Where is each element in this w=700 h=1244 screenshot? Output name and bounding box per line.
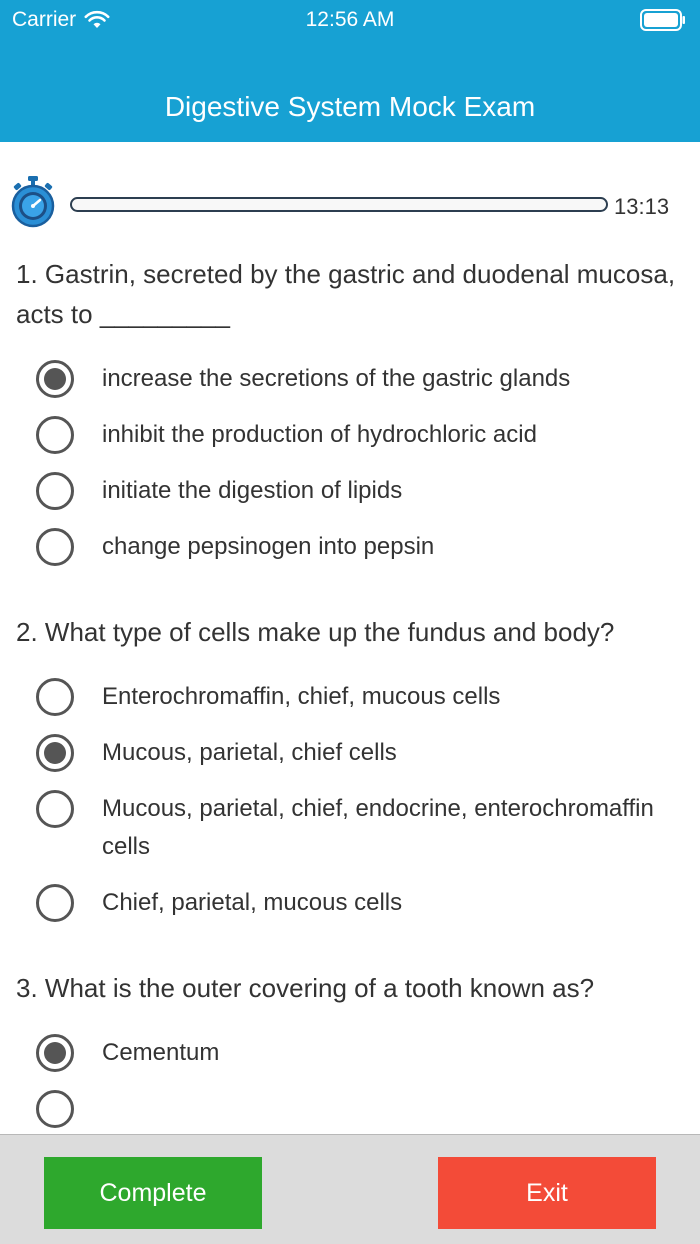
option-1-1[interactable]: increase the secretions of the gastric g…: [16, 358, 690, 398]
footer-bar: Complete Exit: [0, 1134, 700, 1244]
radio-button[interactable]: [36, 1090, 74, 1128]
option-label: Cementum: [102, 1039, 220, 1066]
radio-button[interactable]: [36, 472, 74, 510]
option-3-1[interactable]: Cementum: [16, 1032, 690, 1072]
question-text: 1. Gastrin, secreted by the gastric and …: [16, 259, 676, 329]
radio-button[interactable]: [36, 528, 74, 566]
status-bar: Carrier 12:56 AM: [0, 0, 700, 40]
radio-button[interactable]: [36, 790, 74, 828]
page-title: Digestive System Mock Exam: [164, 91, 536, 122]
question-text: 3. What is the outer covering of a tooth…: [16, 973, 595, 1003]
option-2-3[interactable]: Mucous, parietal, chief, endocrine, ente…: [16, 788, 690, 866]
option-label: initiate the digestion of lipids: [102, 477, 403, 504]
option-label: inhibit the production of hydrochloric a…: [102, 421, 537, 448]
radio-button[interactable]: [36, 416, 74, 454]
option-label: Enterochromaffin, chief, mucous cells: [102, 683, 501, 710]
radio-button[interactable]: [36, 678, 74, 716]
complete-button[interactable]: Complete: [44, 1157, 262, 1229]
option-label: Mucous, parietal, chief, endocrine, ente…: [102, 795, 654, 860]
option-label: Mucous, parietal, chief cells: [102, 739, 397, 766]
option-2-2[interactable]: Mucous, parietal, chief cells: [16, 732, 690, 772]
question-text: 2. What type of cells make up the fundus…: [16, 617, 615, 647]
radio-button[interactable]: [36, 1034, 74, 1072]
question-list: 1. Gastrin, secreted by the gastric and …: [0, 234, 700, 1134]
option-label: Chief, parietal, mucous cells: [102, 889, 403, 916]
battery-icon: [640, 9, 685, 31]
status-time: 12:56 AM: [305, 8, 395, 31]
timer-remaining: 13:13: [614, 194, 670, 219]
question-3: 3. What is the outer covering of a tooth…: [0, 948, 700, 1128]
option-3-2[interactable]: [16, 1088, 690, 1128]
timer-row: 13:13: [0, 176, 700, 234]
option-1-2[interactable]: inhibit the production of hydrochloric a…: [16, 414, 690, 454]
radio-button[interactable]: [36, 360, 74, 398]
option-2-1[interactable]: Enterochromaffin, chief, mucous cells: [16, 676, 690, 716]
header: Carrier 12:56 AM Digestive System Mock E…: [0, 0, 700, 142]
option-label: increase the secretions of the gastric g…: [102, 365, 571, 392]
radio-button[interactable]: [36, 884, 74, 922]
option-label: change pepsinogen into pepsin: [102, 533, 435, 560]
radio-button[interactable]: [36, 734, 74, 772]
exit-button[interactable]: Exit: [438, 1157, 656, 1229]
stopwatch-icon: [11, 176, 55, 228]
option-1-4[interactable]: change pepsinogen into pepsin: [16, 526, 690, 566]
option-2-4[interactable]: Chief, parietal, mucous cells: [16, 882, 690, 922]
question-1: 1. Gastrin, secreted by the gastric and …: [0, 234, 700, 566]
question-2: 2. What type of cells make up the fundus…: [0, 592, 700, 922]
timer-progress-bar: [70, 197, 608, 212]
option-1-3[interactable]: initiate the digestion of lipids: [16, 470, 690, 510]
